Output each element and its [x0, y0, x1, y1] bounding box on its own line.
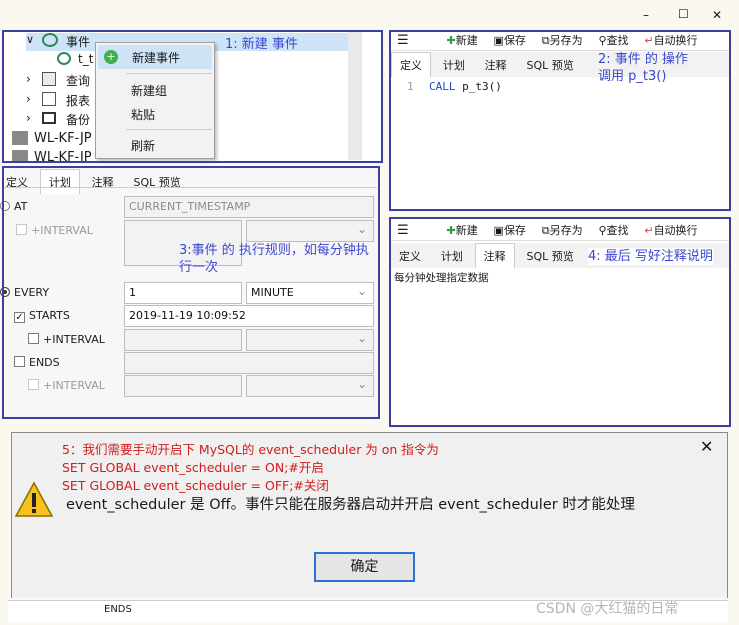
message-dialog: ✕ 5：我们需要手动开启下 MySQL的 event_scheduler 为 o… — [11, 432, 728, 598]
annotation-4: 4: 最后 写好注释说明 — [588, 248, 713, 265]
warning-icon — [14, 481, 54, 517]
annotation-2-text: 2: 事件 的 操作 调用 p_t3() — [598, 52, 689, 84]
dialog-message: event_scheduler 是 Off。事件只能在服务器启动并开启 even… — [66, 497, 635, 513]
annotation-5-line-3: SET GLOBAL event_scheduler = OFF;#关闭 — [62, 478, 329, 493]
highlight-frame-3 — [2, 166, 380, 419]
highlight-frame-1 — [2, 30, 383, 163]
watermark: CSDN @大红猫的日常 — [536, 601, 679, 617]
dialog-close-button[interactable]: ✕ — [700, 437, 713, 456]
annotation-5-line-1: 5：我们需要手动开启下 MySQL的 event_scheduler 为 on … — [62, 442, 439, 457]
bottom-strip-label: ENDS — [104, 604, 132, 615]
window-maximize-button[interactable]: ☐ — [678, 7, 689, 21]
annotation-5-line-2: SET GLOBAL event_scheduler = ON;#开启 — [62, 460, 324, 475]
annotation-2: 2: 事件 的 操作 调用 p_t3() — [598, 51, 688, 85]
ok-button[interactable]: 确定 — [314, 552, 415, 582]
window-minimize-button[interactable]: – — [643, 8, 649, 22]
window-close-button[interactable]: ✕ — [712, 8, 722, 22]
annotation-1: 1: 新建 事件 — [225, 37, 298, 52]
